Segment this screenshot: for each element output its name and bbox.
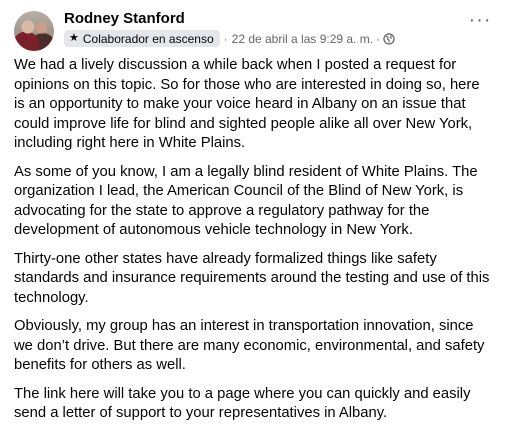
facebook-post: Rodney Stanford ★ Colaborador en ascenso… [0,0,508,425]
post-subline: ★ Colaborador en ascenso · 22 de abril a… [64,30,395,47]
badge-label: Colaborador en ascenso [82,31,214,46]
more-options-icon[interactable]: ··· [466,9,494,31]
globe-icon [383,32,395,45]
contributor-badge[interactable]: ★ Colaborador en ascenso [64,30,220,47]
author-avatar[interactable] [14,11,54,51]
post-paragraph: As some of you know, I am a legally blin… [14,163,478,239]
post-paragraph: We had a lively discussion a while back … [14,57,480,151]
separator-dot-2: · [376,31,381,46]
post-body: We had a lively discussion a while back … [14,56,492,424]
post-meta: Rodney Stanford ★ Colaborador en ascenso… [64,10,395,47]
post-paragraph: The link here will take you to a page wh… [14,385,471,422]
author-name[interactable]: Rodney Stanford [64,10,395,28]
post-paragraph: Obviously, my group has an interest in t… [14,318,485,373]
star-icon: ★ [69,32,79,44]
post-timestamp[interactable]: 22 de abril a las 9:29 a. m. [232,32,373,46]
post-header: Rodney Stanford ★ Colaborador en ascenso… [14,10,492,56]
post-paragraph: Thirty-one other states have already for… [14,250,490,306]
separator-dot: · [223,31,228,46]
